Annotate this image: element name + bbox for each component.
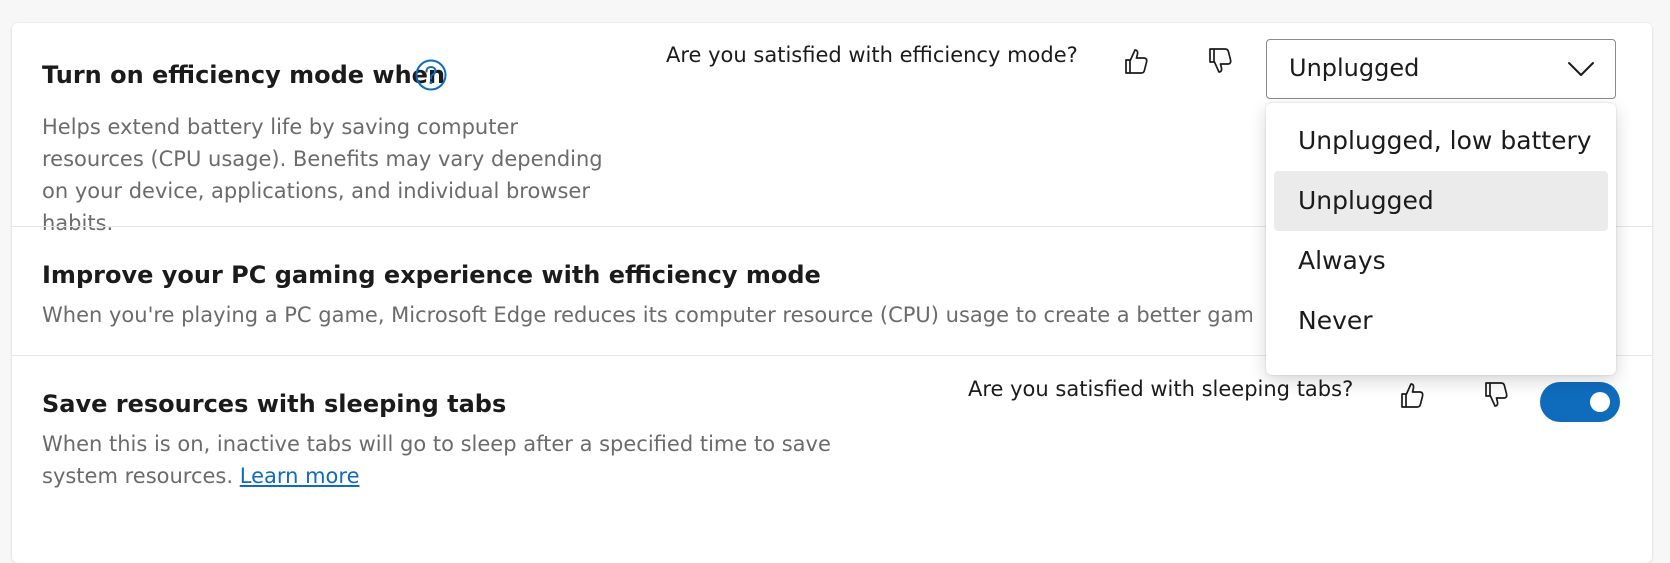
select-current-value: Unplugged — [1289, 54, 1420, 82]
dropdown-option-label: Unplugged — [1298, 186, 1434, 215]
sleeping-tabs-toggle[interactable] — [1540, 382, 1620, 422]
settings-card: Turn on efficiency mode when Helps exten… — [12, 23, 1652, 563]
toggle-knob — [1590, 392, 1610, 412]
dropdown-option-label: Never — [1298, 306, 1373, 335]
gaming-row-content: Improve your PC gaming experience with e… — [12, 227, 1252, 355]
dropdown-option-unplugged[interactable]: Unplugged — [1274, 171, 1608, 231]
learn-more-link[interactable]: Learn more — [240, 464, 360, 488]
efficiency-mode-select[interactable]: Unplugged — [1266, 39, 1616, 99]
chevron-down-icon — [1568, 62, 1594, 76]
thumbs-up-icon[interactable] — [1120, 45, 1152, 77]
dropdown-option-unplugged-low-battery[interactable]: Unplugged, low battery — [1274, 111, 1608, 171]
efficiency-feedback-question: Are you satisfied with efficiency mode? — [666, 43, 1078, 67]
dropdown-option-always[interactable]: Always — [1274, 231, 1608, 291]
dropdown-option-label: Unplugged, low battery — [1298, 126, 1592, 155]
sleeping-tabs-title: Save resources with sleeping tabs — [42, 390, 507, 418]
sleeping-tabs-description-text: When this is on, inactive tabs will go t… — [42, 432, 831, 488]
dropdown-option-label: Always — [1298, 246, 1386, 275]
efficiency-mode-title: Turn on efficiency mode when — [42, 61, 446, 89]
dropdown-option-never[interactable]: Never — [1274, 291, 1608, 351]
gaming-title: Improve your PC gaming experience with e… — [42, 261, 821, 289]
thumbs-up-icon[interactable] — [1396, 379, 1428, 411]
efficiency-mode-dropdown: Unplugged, low battery Unplugged Always … — [1266, 103, 1616, 375]
thumbs-down-icon[interactable] — [1480, 379, 1512, 411]
sleeping-tabs-description: When this is on, inactive tabs will go t… — [42, 428, 902, 492]
thumbs-down-icon[interactable] — [1204, 45, 1236, 77]
efficiency-mode-description: Helps extend battery life by saving comp… — [42, 115, 603, 235]
sleeping-tabs-feedback-question: Are you satisfied with sleeping tabs? — [968, 377, 1354, 401]
gaming-description: When you're playing a PC game, Microsoft… — [42, 303, 1252, 327]
sleeping-tabs-row: Save resources with sleeping tabs When t… — [12, 356, 1652, 556]
help-icon[interactable] — [415, 59, 447, 91]
